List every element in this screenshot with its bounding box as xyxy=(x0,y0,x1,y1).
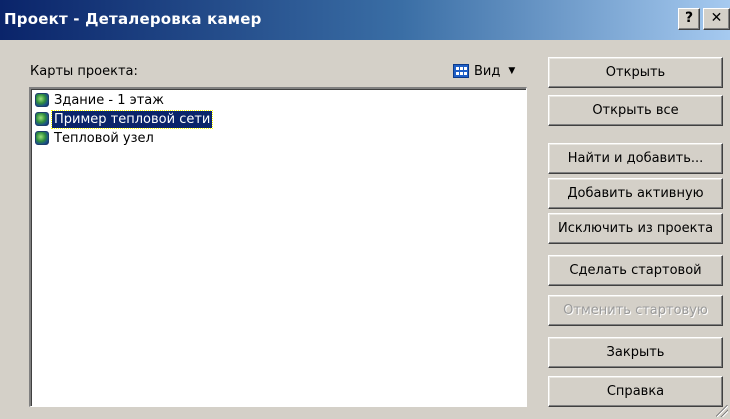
map-icon xyxy=(35,93,49,107)
list-item-label: Пример тепловой сети xyxy=(50,109,214,129)
help-button[interactable]: Справка xyxy=(548,376,723,407)
chevron-down-icon: ▼ xyxy=(508,66,516,76)
view-menu-button[interactable]: Вид ▼ xyxy=(453,60,515,82)
resize-grip[interactable] xyxy=(716,405,728,417)
project-maps-label: Карты проекта: xyxy=(30,64,138,79)
view-grid-icon xyxy=(453,64,469,78)
find-add-button[interactable]: Найти и добавить... xyxy=(548,143,723,174)
open-button[interactable]: Открыть xyxy=(548,57,723,88)
list-item-label: Здание - 1 этаж xyxy=(54,92,164,108)
close-button[interactable]: Закрыть xyxy=(548,337,723,368)
map-icon xyxy=(35,131,49,145)
list-item-label: Тепловой узел xyxy=(54,130,154,146)
close-title-button[interactable]: ✕ xyxy=(703,8,730,30)
list-item[interactable]: Тепловой узел xyxy=(35,129,156,147)
project-dialog: Проект - Деталеровка камер ? ✕ Карты про… xyxy=(0,0,730,419)
open-all-button[interactable]: Открыть все xyxy=(548,95,723,126)
window-title: Проект - Деталеровка камер xyxy=(4,10,262,28)
list-item[interactable]: Здание - 1 этаж xyxy=(35,91,166,109)
map-icon xyxy=(35,112,49,126)
view-label: Вид xyxy=(474,63,501,79)
title-bar[interactable]: Проект - Деталеровка камер ? ✕ xyxy=(0,0,730,40)
add-active-button[interactable]: Добавить активную xyxy=(548,178,723,209)
cancel-start-button: Отменить стартовую xyxy=(548,295,723,326)
project-maps-list[interactable]: Здание - 1 этаж Пример тепловой сети Теп… xyxy=(29,87,527,407)
exclude-button[interactable]: Исключить из проекта xyxy=(548,213,723,244)
list-item-selected[interactable]: Пример тепловой сети xyxy=(35,109,214,129)
make-start-button[interactable]: Сделать стартовой xyxy=(548,255,723,286)
help-title-button[interactable]: ? xyxy=(678,8,700,30)
